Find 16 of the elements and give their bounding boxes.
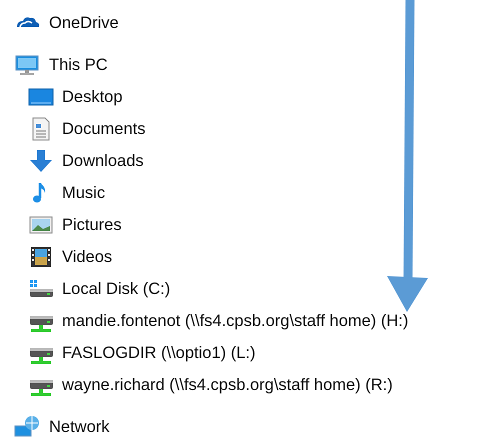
tree-item[interactable]: Network [49, 418, 110, 436]
tree-item[interactable]: Music [62, 184, 106, 202]
tree-item[interactable]: Pictures [62, 216, 122, 234]
tree-item[interactable]: OneDrive [49, 14, 119, 32]
tree-item[interactable]: Local Disk (C:) [62, 280, 170, 298]
film-icon [28, 244, 54, 270]
tree-item[interactable]: Desktop [62, 88, 123, 106]
tree-item[interactable]: wayne.richard (\\fs4.cpsb.org\staff home) (R:) [62, 376, 393, 394]
down-arrow-icon [28, 148, 54, 174]
tree-item[interactable]: Videos [62, 248, 112, 266]
tree-item[interactable]: This PC [49, 56, 108, 74]
tree-item[interactable]: Downloads [62, 152, 144, 170]
network-globe-icon [14, 414, 40, 439]
tree-item[interactable]: Documents [62, 120, 146, 138]
tree-item[interactable]: mandie.fontenot (\\fs4.cpsb.org\staff home) (H:) [62, 312, 408, 330]
tree-item[interactable]: FASLOGDIR (\\optio1) (L:) [62, 344, 256, 362]
